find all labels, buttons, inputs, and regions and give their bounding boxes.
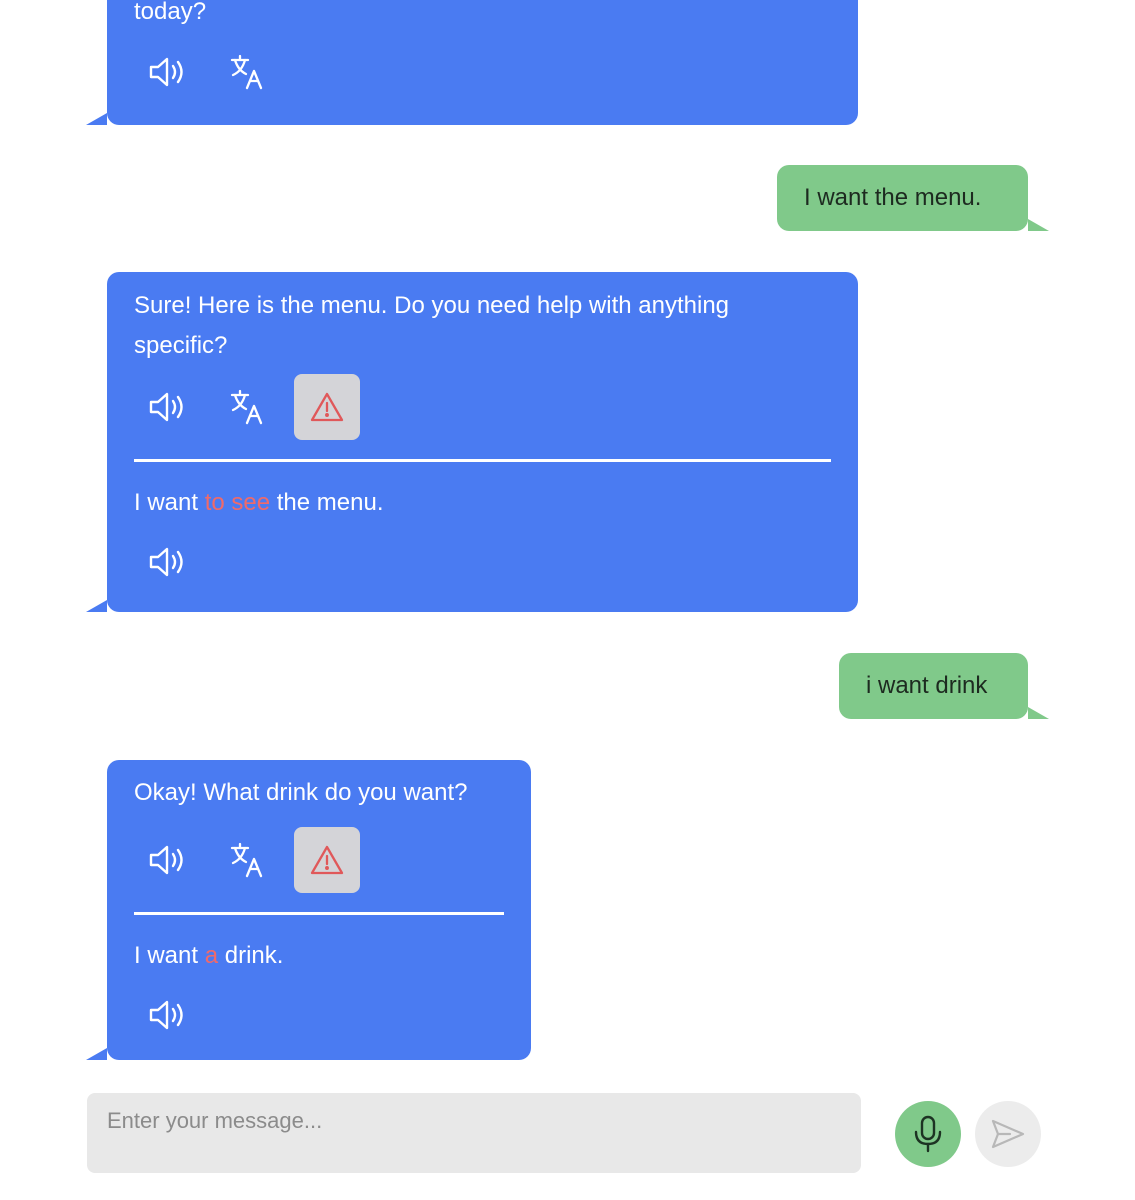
grammar-warning-button[interactable] — [294, 827, 360, 893]
message-input[interactable] — [87, 1093, 861, 1173]
correction-text-part: the menu. — [270, 489, 384, 516]
correction-divider — [134, 459, 831, 462]
user-message-text: i want drink — [866, 672, 988, 699]
bot-message-text: today? — [134, 0, 207, 25]
bot-message-text: Sure! Here is the menu. Do you need help… — [134, 272, 831, 366]
correction-text: I want a drink. — [134, 936, 504, 976]
correction-divider — [134, 912, 504, 915]
user-message: i want drink — [839, 653, 1049, 719]
warning-icon — [310, 392, 344, 422]
speaker-icon[interactable] — [134, 39, 200, 105]
bot-message: Okay! What drink do you want? I want a d… — [86, 760, 531, 1060]
bot-message: Sure! Here is the menu. Do you need help… — [86, 272, 858, 612]
chat-screen: today? I want the menu. Sure! Here is th… — [0, 0, 1135, 1200]
correction-actions — [134, 529, 831, 595]
correction-highlight: a — [204, 942, 219, 969]
send-button[interactable] — [975, 1101, 1041, 1167]
bot-message-line: specific? — [134, 332, 228, 359]
user-message-text: I want the menu. — [804, 184, 982, 211]
bot-message: today? — [86, 0, 858, 125]
speaker-icon[interactable] — [134, 982, 200, 1048]
grammar-warning-button[interactable] — [294, 374, 360, 440]
translate-icon[interactable] — [214, 374, 280, 440]
user-message: I want the menu. — [777, 165, 1049, 231]
message-actions — [134, 39, 831, 105]
correction-highlight: to see — [204, 489, 271, 516]
speaker-icon[interactable] — [134, 827, 200, 893]
send-icon — [991, 1119, 1025, 1149]
correction-text: I want to see the menu. — [134, 483, 831, 523]
correction-actions — [134, 982, 504, 1048]
correction-text-part: I want — [134, 942, 205, 969]
speaker-icon[interactable] — [134, 529, 200, 595]
microphone-icon — [914, 1115, 942, 1153]
translate-icon[interactable] — [214, 827, 280, 893]
warning-icon — [310, 845, 344, 875]
speaker-icon[interactable] — [134, 374, 200, 440]
correction-text-part: drink. — [218, 942, 284, 969]
message-actions — [134, 827, 504, 893]
bot-message-text: Okay! What drink do you want? — [134, 779, 468, 806]
message-actions — [134, 374, 831, 440]
bot-message-line: Sure! Here is the menu. Do you need help… — [134, 292, 730, 319]
correction-text-part: I want — [134, 489, 205, 516]
translate-icon[interactable] — [214, 39, 280, 105]
microphone-button[interactable] — [895, 1101, 961, 1167]
